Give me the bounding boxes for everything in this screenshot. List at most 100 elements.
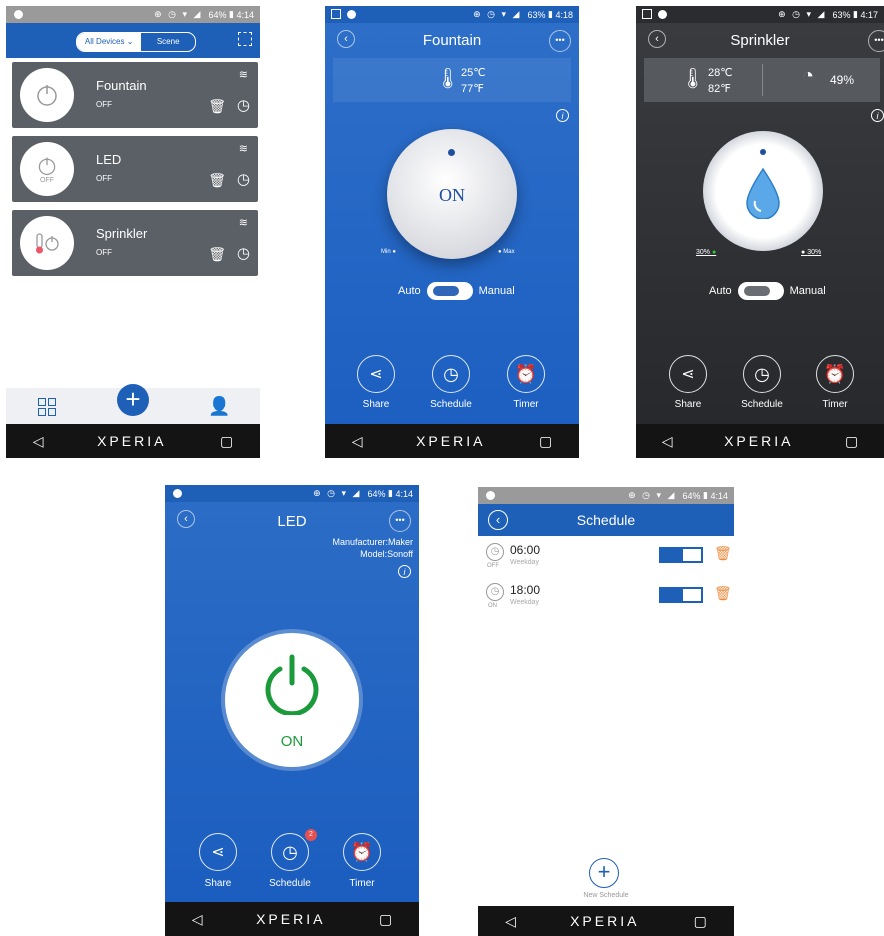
water-dial[interactable]	[703, 131, 823, 251]
schedule-time: 06:00	[510, 543, 541, 557]
schedule-header: ‹ Schedule	[478, 504, 734, 536]
timer-icon[interactable]: ◷	[237, 244, 250, 262]
power-button[interactable]: ON	[225, 633, 359, 767]
share-button[interactable]: ⋖	[199, 833, 237, 871]
brand-label: XPERIA	[724, 433, 794, 449]
mode-toggle[interactable]: Auto Manual	[709, 282, 826, 300]
temp-celsius: 28℃	[708, 67, 733, 79]
scan-icon[interactable]	[238, 32, 252, 46]
divider	[762, 64, 763, 96]
info-icon[interactable]: i	[556, 109, 569, 122]
share-button[interactable]: ⋖	[357, 355, 395, 393]
device-state: OFF	[96, 100, 112, 109]
status-bar: ⊕ ◷ ▾ ◢ 64% ▮ 4:14	[165, 485, 419, 502]
trash-icon[interactable]: 🗑	[714, 585, 732, 602]
recent-apps-icon[interactable]: ▢	[694, 913, 707, 930]
temperature-panel: 🌡 25℃ 77℉	[333, 58, 571, 102]
avatar-state: OFF	[40, 176, 54, 184]
page-title: Schedule	[576, 512, 636, 528]
timer-icon[interactable]: ◷	[237, 170, 250, 188]
timer-button[interactable]: ⏰	[816, 355, 854, 393]
power-icon[interactable]	[20, 68, 74, 122]
timer-label: Timer	[513, 399, 539, 410]
more-menu-icon[interactable]: •••	[549, 30, 571, 52]
more-menu-icon[interactable]: •••	[868, 30, 884, 52]
mode-toggle[interactable]: Auto Manual	[398, 282, 515, 300]
device-filter-segment: All Devices ⌄ Scene	[76, 32, 196, 52]
timer-label: Timer	[822, 399, 848, 410]
device-name: Fountain	[96, 78, 147, 93]
android-nav-bar: ◁ XPERIA ▢	[478, 906, 734, 936]
trash-icon[interactable]: 🗑	[208, 246, 226, 263]
all-devices-tab[interactable]: All Devices ⌄	[77, 33, 142, 51]
info-icon[interactable]: i	[871, 109, 884, 122]
humidity-gauge-icon: ◔	[802, 65, 815, 87]
scene-tab[interactable]: Scene	[141, 33, 195, 51]
recent-apps-icon[interactable]: ▢	[379, 911, 392, 928]
info-icon[interactable]: i	[398, 565, 411, 578]
back-nav-icon[interactable]: ◁	[662, 433, 673, 450]
device-card-fountain[interactable]: Fountain OFF ≋ 🗑 ◷	[12, 62, 258, 128]
more-menu-icon[interactable]: •••	[389, 510, 411, 532]
fountain-screen: ⊕ ◷ ▾ ◢ 63% ▮ 4:18 ‹ Fountain ••• 🌡 25℃ …	[325, 6, 579, 458]
schedule-repeat: Weekday	[510, 559, 540, 566]
back-nav-icon[interactable]: ◁	[352, 433, 363, 450]
trash-icon[interactable]: 🗑	[208, 172, 226, 189]
new-schedule-button[interactable]: +	[589, 858, 619, 888]
schedule-time: 18:00	[510, 583, 541, 597]
grid-icon[interactable]	[38, 398, 56, 416]
wifi-icon: ≋	[238, 69, 248, 81]
devices-screen: ⊕ ◷ ▾ ◢ 64% ▮ 4:14 All Devices ⌄ Scene F…	[6, 6, 260, 458]
share-label: Share	[362, 399, 390, 410]
schedule-switch[interactable]	[659, 587, 703, 603]
profile-icon[interactable]: 👤	[208, 396, 230, 417]
device-card-led[interactable]: OFF LED OFF ≋ 🗑 ◷	[12, 136, 258, 202]
share-label: Share	[674, 399, 702, 410]
recent-apps-icon[interactable]: ▢	[845, 433, 858, 450]
schedule-action: OFF	[487, 563, 499, 569]
back-nav-icon[interactable]: ◁	[33, 433, 44, 450]
schedule-button[interactable]: ◷	[271, 833, 309, 871]
add-device-button[interactable]: +	[117, 384, 149, 416]
schedule-action: ON	[488, 603, 497, 609]
device-card-sprinkler[interactable]: Sprinkler OFF ≋ 🗑 ◷	[12, 210, 258, 276]
power-icon[interactable]: OFF	[20, 142, 74, 196]
dial-indicator	[760, 149, 766, 155]
mode-switch[interactable]	[426, 282, 473, 300]
temp-celsius: 25℃	[461, 67, 486, 79]
schedule-button[interactable]: ◷	[743, 355, 781, 393]
temp-fahrenheit: 77℉	[461, 83, 484, 95]
recent-apps-icon[interactable]: ▢	[220, 433, 233, 450]
auto-label: Auto	[398, 285, 421, 297]
schedule-switch[interactable]	[659, 547, 703, 563]
status-bar: ⊕ ◷ ▾ ◢ 63% ▮ 4:18	[325, 6, 579, 23]
page-title: LED	[277, 513, 307, 530]
timer-button[interactable]: ⏰	[343, 833, 381, 871]
max-label: ● Max	[498, 249, 515, 255]
recent-apps-icon[interactable]: ▢	[539, 433, 552, 450]
schedule-button[interactable]: ◷	[432, 355, 470, 393]
timer-icon[interactable]: ◷	[237, 96, 250, 114]
android-nav-bar: ◁ XPERIA ▢	[636, 424, 884, 458]
status-bar: ⊕ ◷ ▾ ◢ 64% ▮ 4:14	[6, 6, 260, 23]
timer-button[interactable]: ⏰	[507, 355, 545, 393]
schedule-row[interactable]: ◷ ON 18:00 Weekday 🗑	[478, 581, 734, 617]
android-nav-bar: ◁ XPERIA ▢	[6, 424, 260, 458]
chevron-down-icon: ⌄	[126, 37, 134, 46]
back-nav-icon[interactable]: ◁	[505, 913, 516, 930]
bottom-tab-bar: + 👤	[6, 384, 260, 424]
schedule-row[interactable]: ◷ OFF 06:00 Weekday 🗑	[478, 541, 734, 577]
mode-switch[interactable]	[737, 282, 784, 300]
thermometer-power-icon[interactable]	[20, 216, 74, 270]
schedule-screen: ⊕ ◷ ▾ ◢ 64% ▮ 4:14 ‹ Schedule ◷ OFF 06:0…	[478, 487, 734, 936]
share-button[interactable]: ⋖	[669, 355, 707, 393]
device-state: OFF	[96, 174, 112, 183]
power-dial[interactable]: ON	[387, 129, 517, 259]
sprinkler-screen: ⊕ ◷ ▾ ◢ 63% ▮ 4:17 ‹ Sprinkler ••• 🌡 28℃…	[636, 6, 884, 458]
trash-icon[interactable]: 🗑	[208, 98, 226, 115]
brand-label: XPERIA	[570, 913, 640, 929]
min-label: Min ●	[381, 249, 396, 255]
trash-icon[interactable]: 🗑	[714, 545, 732, 562]
back-nav-icon[interactable]: ◁	[192, 911, 203, 928]
page-title: Sprinkler	[730, 32, 790, 49]
